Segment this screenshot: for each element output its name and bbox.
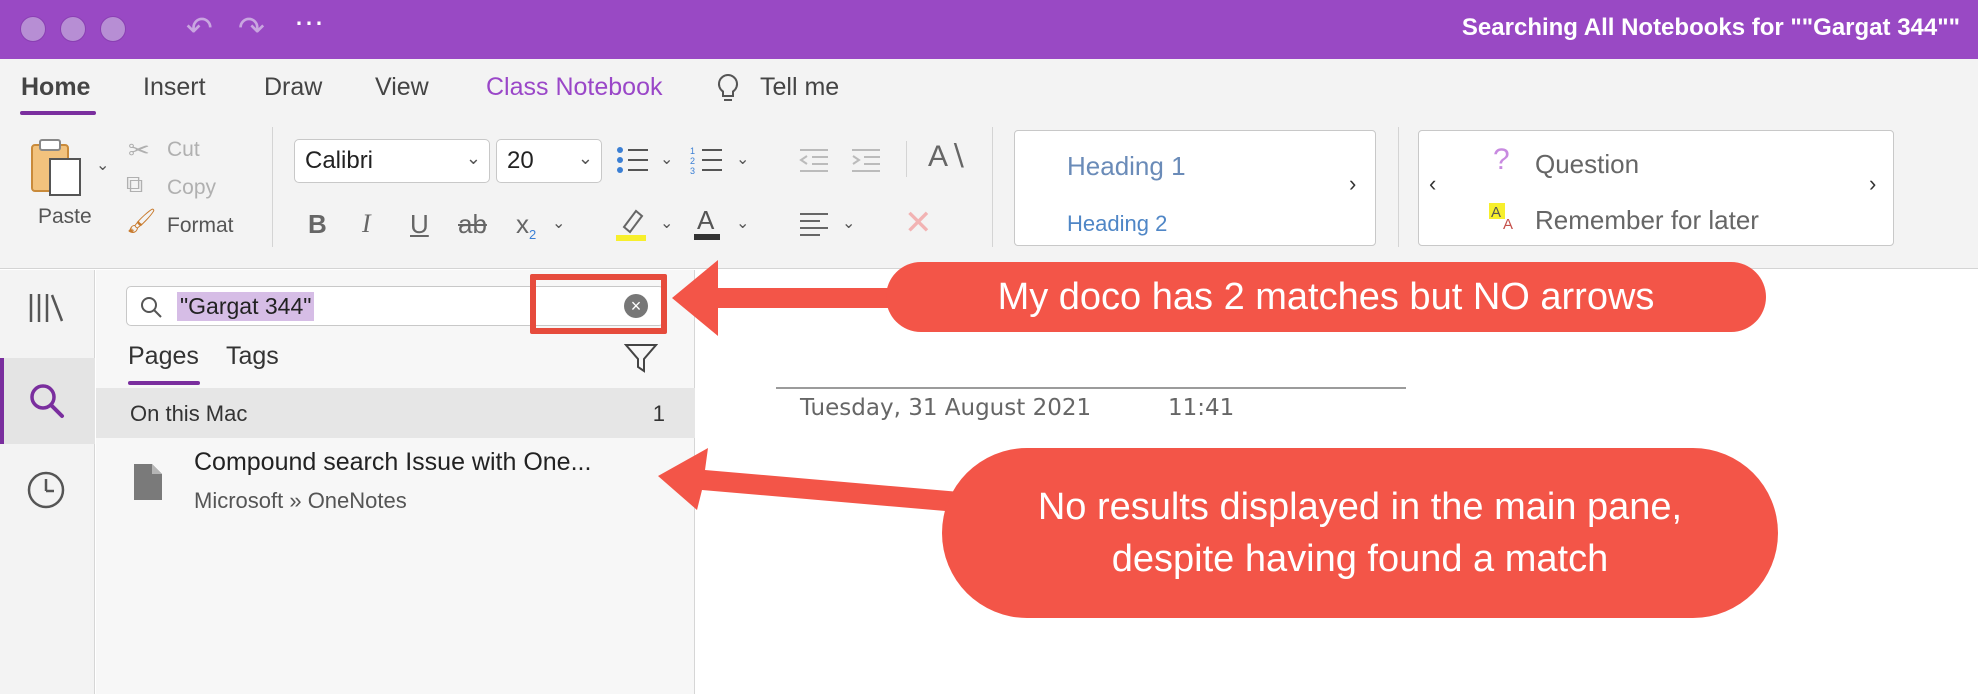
annotation-arrow-1 — [672, 260, 900, 336]
annotation-arrow-2 — [658, 448, 960, 512]
annotation-callout-1: My doco has 2 matches but NO arrows — [886, 262, 1766, 332]
annotation-callout-2: No results displayed in the main pane, d… — [942, 448, 1778, 618]
annotation-callout-2-line-2: despite having found a match — [1111, 538, 1609, 580]
annotation-callout-2-line-1: No results displayed in the main pane, — [1037, 486, 1683, 528]
